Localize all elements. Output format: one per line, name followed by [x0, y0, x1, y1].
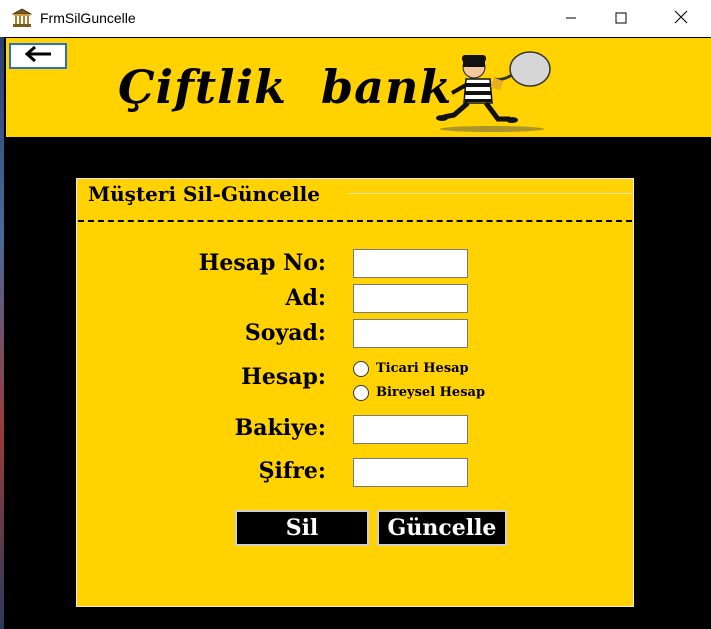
soyad-label: Soyad: [244, 320, 326, 346]
bireysel-hesap-radio[interactable] [353, 385, 369, 401]
ad-input[interactable] [353, 284, 468, 313]
bakiye-input[interactable] [353, 415, 468, 444]
maximize-icon [615, 9, 627, 28]
ticari-hesap-radio[interactable] [353, 361, 369, 377]
arrow-left-icon [23, 45, 53, 67]
bank-building-icon [11, 8, 33, 28]
back-button[interactable] [9, 43, 67, 69]
hesap-label: Hesap: [241, 364, 326, 390]
brand-title: Çiftlik bank [118, 60, 453, 114]
groupbox-border [348, 193, 632, 194]
close-icon [674, 9, 688, 28]
sil-button[interactable]: Sil [235, 510, 369, 546]
maximize-button[interactable] [598, 0, 644, 37]
minimize-icon [565, 9, 577, 28]
close-button[interactable] [658, 0, 704, 37]
guncelle-button[interactable]: Güncelle [377, 510, 507, 546]
soyad-input[interactable] [353, 319, 468, 348]
bireysel-hesap-label[interactable]: Bireysel Hesap [376, 385, 485, 400]
sifre-input[interactable] [353, 458, 468, 487]
sifre-label: Şifre: [258, 458, 326, 484]
form-group-title: Müşteri Sil-Güncelle [88, 182, 324, 206]
window-title: FrmSilGuncelle [40, 10, 136, 26]
app-window: FrmSilGuncelle Çiftlik bank Müşteri Sil-… [0, 0, 711, 629]
thief-with-money-bag-image [432, 45, 560, 133]
hesap-no-label: Hesap No: [198, 250, 326, 276]
desktop-background-edge [0, 37, 4, 629]
ticari-hesap-label[interactable]: Ticari Hesap [376, 361, 469, 376]
minimize-button[interactable] [548, 0, 594, 37]
hesap-no-input[interactable] [353, 249, 468, 278]
title-bar[interactable]: FrmSilGuncelle [0, 0, 711, 37]
bakiye-label: Bakiye: [234, 415, 326, 441]
dashed-divider [78, 220, 632, 222]
ad-label: Ad: [285, 285, 326, 311]
